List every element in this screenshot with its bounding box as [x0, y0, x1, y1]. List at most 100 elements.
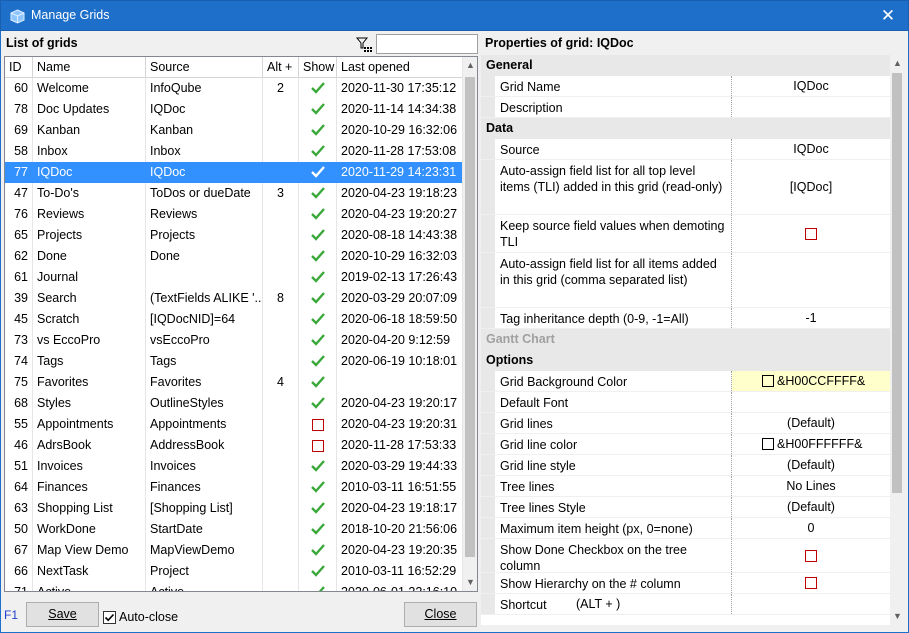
property-value[interactable]	[732, 539, 890, 572]
cell-show[interactable]	[299, 351, 337, 372]
unchecked-box-icon[interactable]	[805, 549, 817, 562]
cell-show[interactable]	[299, 288, 337, 309]
table-row[interactable]: 46 AdrsBook AddressBook 2020-11-28 17:53:33	[5, 435, 464, 456]
cell-show[interactable]	[299, 414, 337, 435]
cell-show[interactable]	[299, 540, 337, 561]
property-section[interactable]: Options	[481, 350, 890, 371]
filter-icon[interactable]	[355, 36, 373, 52]
grids-table[interactable]: ID Name Source Alt + Show Last opened 60…	[4, 56, 478, 592]
property-value[interactable]: (Default)	[732, 455, 890, 475]
scroll-up-icon[interactable]: ▲	[890, 55, 905, 72]
property-value[interactable]: No Lines	[732, 476, 890, 496]
table-row[interactable]: 68 Styles OutlineStyles 2020-04-23 19:20:17	[5, 393, 464, 414]
property-row[interactable]: Grid Name IQDoc	[481, 76, 890, 97]
cell-show[interactable]	[299, 435, 337, 456]
close-icon[interactable]: ✕	[868, 1, 908, 31]
column-header-source[interactable]: Source	[146, 57, 263, 78]
property-section[interactable]: Gantt Chart	[481, 329, 890, 350]
property-row[interactable]: Tag inheritance depth (0-9, -1=All) -1	[481, 308, 890, 329]
property-row[interactable]: Grid line style (Default)	[481, 455, 890, 476]
table-row[interactable]: 67 Map View Demo MapViewDemo 2020-04-23 19:…	[5, 540, 464, 561]
property-row[interactable]: Tree lines No Lines	[481, 476, 890, 497]
properties-scrollbar[interactable]: ▲ ▼	[890, 55, 905, 625]
table-row[interactable]: 76 Reviews Reviews 2020-04-23 19:20:27	[5, 204, 464, 225]
cell-show[interactable]	[299, 477, 337, 498]
cell-show[interactable]	[299, 78, 337, 99]
cell-show[interactable]	[299, 246, 337, 267]
cell-show[interactable]	[299, 561, 337, 582]
table-row[interactable]: 55 Appointments Appointments 2020-04-23 19:…	[5, 414, 464, 435]
property-row[interactable]: Shortcut (ALT + )	[481, 594, 890, 615]
property-section[interactable]: General	[481, 55, 890, 76]
property-row[interactable]: Source IQDoc	[481, 139, 890, 160]
property-value[interactable]: (Default)	[732, 497, 890, 517]
unchecked-box-icon[interactable]	[805, 577, 817, 589]
property-value[interactable]: [IQDoc]	[732, 160, 890, 214]
scrollbar-thumb[interactable]	[892, 73, 902, 493]
table-row[interactable]: 73 vs EccoPro vsEccoPro 2020-04-20 9:12:59	[5, 330, 464, 351]
cell-show[interactable]	[299, 204, 337, 225]
property-row[interactable]: Show Hierarchy on the # column	[481, 573, 890, 594]
table-row[interactable]: 71 Active Active 2020-06-01 22:16:10	[5, 582, 464, 591]
close-button[interactable]: Close	[404, 602, 477, 627]
filter-input[interactable]	[376, 34, 478, 54]
cell-show[interactable]	[299, 456, 337, 477]
column-header-name[interactable]: Name	[33, 57, 146, 78]
unchecked-box-icon[interactable]	[311, 419, 324, 431]
property-row[interactable]: Auto-assign field list for all top level…	[481, 160, 890, 215]
property-row[interactable]: Tree lines Style (Default)	[481, 497, 890, 518]
scrollbar-thumb[interactable]	[465, 77, 475, 557]
property-row[interactable]: Auto-assign field list for all items add…	[481, 253, 890, 308]
property-row[interactable]: Show Done Checkbox on the tree column	[481, 539, 890, 573]
unchecked-box-icon[interactable]	[311, 440, 324, 452]
property-value[interactable]	[732, 253, 890, 307]
property-row[interactable]: Grid Background Color &H00CCFFFF&	[481, 371, 890, 392]
property-row[interactable]: Grid lines (Default)	[481, 413, 890, 434]
property-value[interactable]: IQDoc	[732, 139, 890, 159]
table-row[interactable]: 47 To-Do's ToDos or dueDate 3 2020-04-23 19:…	[5, 183, 464, 204]
property-row[interactable]: Default Font	[481, 392, 890, 413]
column-header-last-opened[interactable]: Last opened	[337, 57, 464, 78]
table-row[interactable]: 64 Finances Finances 2010-03-11 16:51:55	[5, 477, 464, 498]
table-row[interactable]: 60 Welcome InfoQube 2 2020-11-30 17:35:12	[5, 78, 464, 99]
cell-show[interactable]	[299, 162, 337, 183]
table-row[interactable]: 65 Projects Projects 2020-08-18 14:43:38	[5, 225, 464, 246]
cell-show[interactable]	[299, 99, 337, 120]
table-row[interactable]: 50 WorkDone StartDate 2018-10-20 21:56:06	[5, 519, 464, 540]
scroll-up-icon[interactable]: ▲	[463, 57, 477, 74]
property-value[interactable]	[732, 594, 890, 614]
property-value[interactable]: &H00FFFFFF&	[732, 434, 890, 454]
table-row[interactable]: 61 Journal 2019-02-13 17:26:43	[5, 267, 464, 288]
table-row[interactable]: 66 NextTask Project 2010-03-11 16:52:29	[5, 561, 464, 582]
property-value[interactable]: (Default)	[732, 413, 890, 433]
table-row[interactable]: 58 Inbox Inbox 2020-11-28 17:53:08	[5, 141, 464, 162]
table-row[interactable]: 51 Invoices Invoices 2020-03-29 19:44:33	[5, 456, 464, 477]
property-value[interactable]	[732, 215, 890, 252]
property-value[interactable]: 0	[732, 518, 890, 538]
cell-show[interactable]	[299, 330, 337, 351]
cell-show[interactable]	[299, 141, 337, 162]
property-value[interactable]	[732, 392, 890, 412]
table-row[interactable]: 62 Done Done 2020-10-29 16:32:03	[5, 246, 464, 267]
cell-show[interactable]	[299, 372, 337, 393]
cell-show[interactable]	[299, 183, 337, 204]
unchecked-box-icon[interactable]	[805, 227, 817, 240]
checkbox-box[interactable]	[103, 611, 116, 624]
cell-show[interactable]	[299, 225, 337, 246]
property-row[interactable]: Description	[481, 97, 890, 118]
table-row[interactable]: 78 Doc Updates IQDoc 2020-11-14 14:34:38	[5, 99, 464, 120]
column-header-show[interactable]: Show	[299, 57, 337, 78]
property-value[interactable]	[732, 97, 890, 117]
property-value[interactable]	[732, 573, 890, 593]
cell-show[interactable]	[299, 309, 337, 330]
scroll-down-icon[interactable]: ▼	[463, 574, 477, 591]
table-row[interactable]: 74 Tags Tags 2020-06-19 10:18:01	[5, 351, 464, 372]
property-section[interactable]: Data	[481, 118, 890, 139]
column-header-id[interactable]: ID	[5, 57, 33, 78]
table-row[interactable]: 69 Kanban Kanban 2020-10-29 16:32:06	[5, 120, 464, 141]
table-row[interactable]: 75 Favorites Favorites 4	[5, 372, 464, 393]
property-value[interactable]: IQDoc	[732, 76, 890, 96]
cell-show[interactable]	[299, 498, 337, 519]
column-header-alt[interactable]: Alt +	[263, 57, 299, 78]
cell-show[interactable]	[299, 519, 337, 540]
